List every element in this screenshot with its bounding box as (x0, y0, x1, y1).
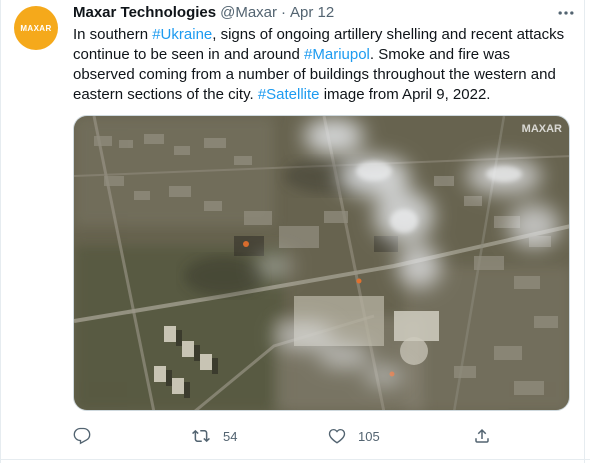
divider-left (0, 0, 1, 463)
like-count: 105 (358, 428, 380, 444)
tweet-text-segment: image from April 9, 2022. (319, 86, 491, 103)
tweet-actions: 54 105 (73, 422, 573, 450)
satellite-image: MAXAR (74, 116, 569, 410)
more-icon (558, 11, 574, 15)
separator-dot: · (281, 4, 286, 21)
hashtag-link[interactable]: #Mariupol (304, 46, 370, 63)
reply-button[interactable] (73, 422, 91, 450)
tweet-text: In southern #Ukraine, signs of ongoing a… (73, 25, 573, 105)
share-button[interactable] (473, 422, 491, 450)
tweet-header: Maxar Technologies @Maxar · Apr 12 (73, 3, 334, 23)
retweet-icon (192, 429, 210, 443)
timestamp[interactable]: Apr 12 (290, 3, 334, 23)
like-button[interactable]: 105 (328, 422, 380, 450)
share-icon (475, 428, 489, 443)
reply-icon (73, 427, 91, 445)
hashtag-link[interactable]: #Satellite (258, 86, 320, 103)
tweet-text-segment: In southern (73, 26, 153, 43)
author-name[interactable]: Maxar Technologies (73, 3, 216, 23)
more-options-button[interactable] (554, 3, 578, 23)
heart-icon (328, 428, 346, 444)
maxar-watermark: MAXAR (522, 123, 562, 135)
tweet-card[interactable]: MAXAR Maxar Technologies @Maxar · Apr 12… (0, 0, 590, 463)
divider-bottom (0, 459, 590, 460)
retweet-button[interactable]: 54 (191, 422, 237, 450)
author-handle[interactable]: @Maxar (220, 3, 277, 23)
tweet-media-image[interactable]: MAXAR (73, 115, 570, 411)
retweet-count: 54 (223, 428, 238, 444)
avatar[interactable]: MAXAR (14, 6, 58, 50)
hashtag-link[interactable]: #Ukraine (152, 26, 212, 43)
avatar-logo-text: MAXAR (20, 23, 52, 33)
divider-right (584, 0, 585, 463)
